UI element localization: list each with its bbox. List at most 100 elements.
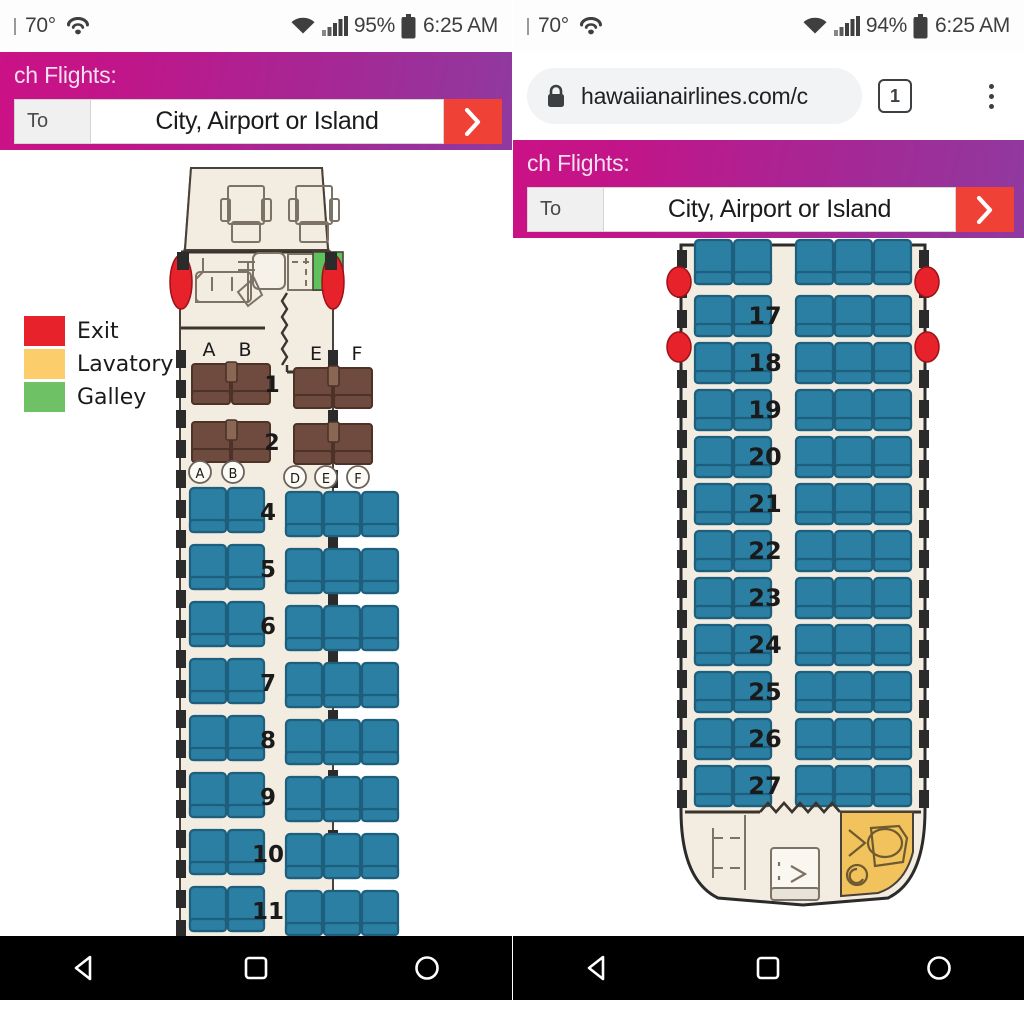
seat[interactable] <box>360 661 400 709</box>
seat[interactable] <box>226 600 266 648</box>
seat[interactable] <box>833 238 874 286</box>
home-button-left[interactable] <box>395 936 459 1000</box>
seat[interactable] <box>833 341 874 385</box>
seat[interactable] <box>693 576 734 620</box>
seat[interactable] <box>833 482 874 526</box>
seat[interactable] <box>693 294 734 338</box>
tab-switcher-button[interactable]: 1 <box>878 79 912 113</box>
seat[interactable] <box>322 604 362 652</box>
seat[interactable] <box>188 885 228 933</box>
seat[interactable] <box>322 490 362 538</box>
seat[interactable] <box>322 775 362 823</box>
seat[interactable] <box>732 717 773 761</box>
seat[interactable] <box>794 294 835 338</box>
seat[interactable] <box>794 435 835 479</box>
seat[interactable] <box>693 717 734 761</box>
seat[interactable] <box>188 600 228 648</box>
seat[interactable] <box>693 623 734 667</box>
seat[interactable] <box>322 889 362 937</box>
seat[interactable] <box>693 482 734 526</box>
seat[interactable] <box>360 889 400 937</box>
seat[interactable] <box>226 771 266 819</box>
seat[interactable] <box>360 604 400 652</box>
seat[interactable] <box>732 764 773 808</box>
seat[interactable] <box>693 341 734 385</box>
seat[interactable] <box>732 388 773 432</box>
seat[interactable] <box>188 828 228 876</box>
seat[interactable] <box>833 717 874 761</box>
seat[interactable] <box>188 486 228 534</box>
seat[interactable] <box>284 775 324 823</box>
seat[interactable] <box>732 435 773 479</box>
seat[interactable] <box>872 623 913 667</box>
seat[interactable] <box>833 764 874 808</box>
seat[interactable] <box>284 490 324 538</box>
seat[interactable] <box>794 388 835 432</box>
address-bar[interactable]: hawaiianairlines.com/c <box>527 68 862 124</box>
seat[interactable] <box>833 670 874 714</box>
seat[interactable] <box>794 670 835 714</box>
seat[interactable] <box>693 238 734 286</box>
seat[interactable] <box>872 764 913 808</box>
seat[interactable] <box>226 885 266 933</box>
seat[interactable] <box>284 889 324 937</box>
seat[interactable] <box>284 718 324 766</box>
seat[interactable] <box>732 238 773 286</box>
seat[interactable] <box>226 486 266 534</box>
back-button-right[interactable] <box>566 936 630 1000</box>
seat[interactable] <box>794 529 835 573</box>
seat[interactable] <box>872 529 913 573</box>
seat[interactable] <box>188 657 228 705</box>
seat[interactable] <box>188 714 228 762</box>
seat[interactable] <box>322 832 362 880</box>
seat[interactable] <box>833 294 874 338</box>
destination-input-left[interactable]: City, Airport or Island <box>90 99 444 144</box>
seat[interactable] <box>833 529 874 573</box>
seat[interactable] <box>360 490 400 538</box>
seat[interactable] <box>284 661 324 709</box>
seat[interactable] <box>732 576 773 620</box>
seat[interactable] <box>833 623 874 667</box>
seat[interactable] <box>794 717 835 761</box>
seat[interactable] <box>872 576 913 620</box>
seat[interactable] <box>693 670 734 714</box>
seat[interactable] <box>833 435 874 479</box>
seat[interactable] <box>322 547 362 595</box>
recents-button-left[interactable] <box>224 936 288 1000</box>
seat[interactable] <box>226 657 266 705</box>
seat[interactable] <box>872 294 913 338</box>
seat[interactable] <box>360 775 400 823</box>
destination-input-right[interactable]: City, Airport or Island <box>603 187 956 232</box>
seat[interactable] <box>226 828 266 876</box>
seat[interactable] <box>693 435 734 479</box>
search-submit-button-left[interactable] <box>444 99 502 144</box>
seat[interactable] <box>226 543 266 591</box>
seat[interactable] <box>360 718 400 766</box>
seat[interactable] <box>794 623 835 667</box>
seat[interactable] <box>872 435 913 479</box>
seat[interactable] <box>732 623 773 667</box>
back-button-left[interactable] <box>53 936 117 1000</box>
seat[interactable] <box>794 482 835 526</box>
seat[interactable] <box>226 714 266 762</box>
seat[interactable] <box>693 764 734 808</box>
seat[interactable] <box>794 238 835 286</box>
seat[interactable] <box>732 529 773 573</box>
seat[interactable] <box>872 341 913 385</box>
seat[interactable] <box>833 388 874 432</box>
seat[interactable] <box>732 294 773 338</box>
seat[interactable] <box>284 832 324 880</box>
seat[interactable] <box>693 529 734 573</box>
seat[interactable] <box>872 482 913 526</box>
home-button-right[interactable] <box>907 936 971 1000</box>
seat[interactable] <box>732 341 773 385</box>
seat[interactable] <box>872 717 913 761</box>
seat[interactable] <box>188 543 228 591</box>
search-submit-button-right[interactable] <box>956 187 1014 232</box>
seat[interactable] <box>360 547 400 595</box>
browser-menu-button[interactable] <box>978 79 1004 113</box>
seat[interactable] <box>872 670 913 714</box>
seat[interactable] <box>794 576 835 620</box>
seat[interactable] <box>732 482 773 526</box>
seat[interactable] <box>284 547 324 595</box>
